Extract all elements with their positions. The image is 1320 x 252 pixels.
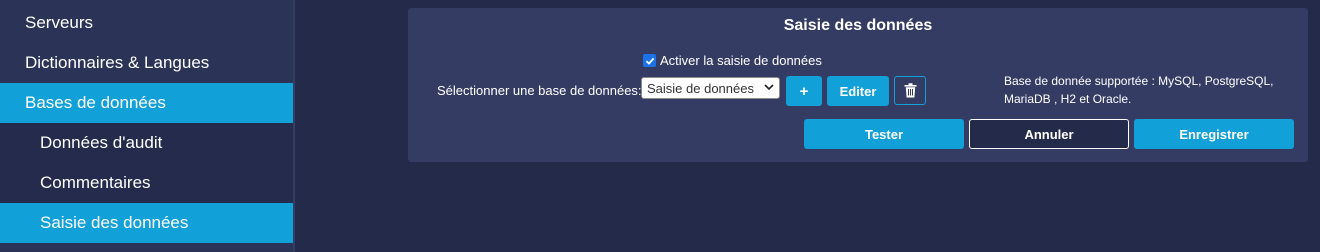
- data-entry-panel: Saisie des données Activer la saisie de …: [408, 8, 1308, 162]
- sidebar-item-saisie-des-donnees[interactable]: Saisie des données: [0, 203, 293, 243]
- sidebar-item-label: Dictionnaires & Langues: [25, 53, 210, 72]
- select-database-label: Sélectionner une base de données:: [437, 83, 642, 98]
- enable-data-entry-checkbox[interactable]: [643, 54, 656, 67]
- sidebar-item-label: Commentaires: [40, 173, 151, 192]
- trash-icon: [904, 83, 916, 98]
- supported-databases-note: Base de donnée supportée : MySQL, Postgr…: [1004, 74, 1274, 106]
- sidebar-item-serveurs[interactable]: Serveurs: [0, 3, 293, 43]
- sidebar-item-dictionnaires-langues[interactable]: Dictionnaires & Langues: [0, 43, 293, 83]
- test-button[interactable]: Tester: [804, 119, 964, 149]
- sidebar-item-label: Saisie des données: [40, 213, 189, 232]
- sidebar-item-donnees-audit[interactable]: Données d'audit: [0, 123, 293, 163]
- chevron-down-icon: [764, 82, 774, 94]
- panel-title: Saisie des données: [783, 17, 933, 34]
- sidebar-item-label: Données d'audit: [40, 133, 163, 152]
- database-select-value: Saisie de données: [647, 80, 754, 96]
- delete-button[interactable]: [894, 76, 926, 105]
- add-database-button[interactable]: +: [786, 76, 822, 106]
- check-icon: [645, 57, 654, 65]
- sidebar-item-label: Serveurs: [25, 13, 94, 32]
- edit-button[interactable]: Editer: [827, 76, 889, 106]
- cancel-button[interactable]: Annuler: [969, 119, 1129, 149]
- sidebar: Serveurs Dictionnaires & Langues Bases d…: [0, 0, 295, 252]
- database-select[interactable]: Saisie de données: [641, 77, 780, 99]
- sidebar-item-bases-de-donnees[interactable]: Bases de données: [0, 83, 293, 123]
- save-button[interactable]: Enregistrer: [1134, 119, 1294, 149]
- sidebar-item-commentaires[interactable]: Commentaires: [0, 163, 293, 203]
- sidebar-item-label: Bases de données: [25, 93, 166, 112]
- enable-data-entry-row: Activer la saisie de données: [643, 53, 822, 68]
- enable-data-entry-label: Activer la saisie de données: [660, 53, 822, 68]
